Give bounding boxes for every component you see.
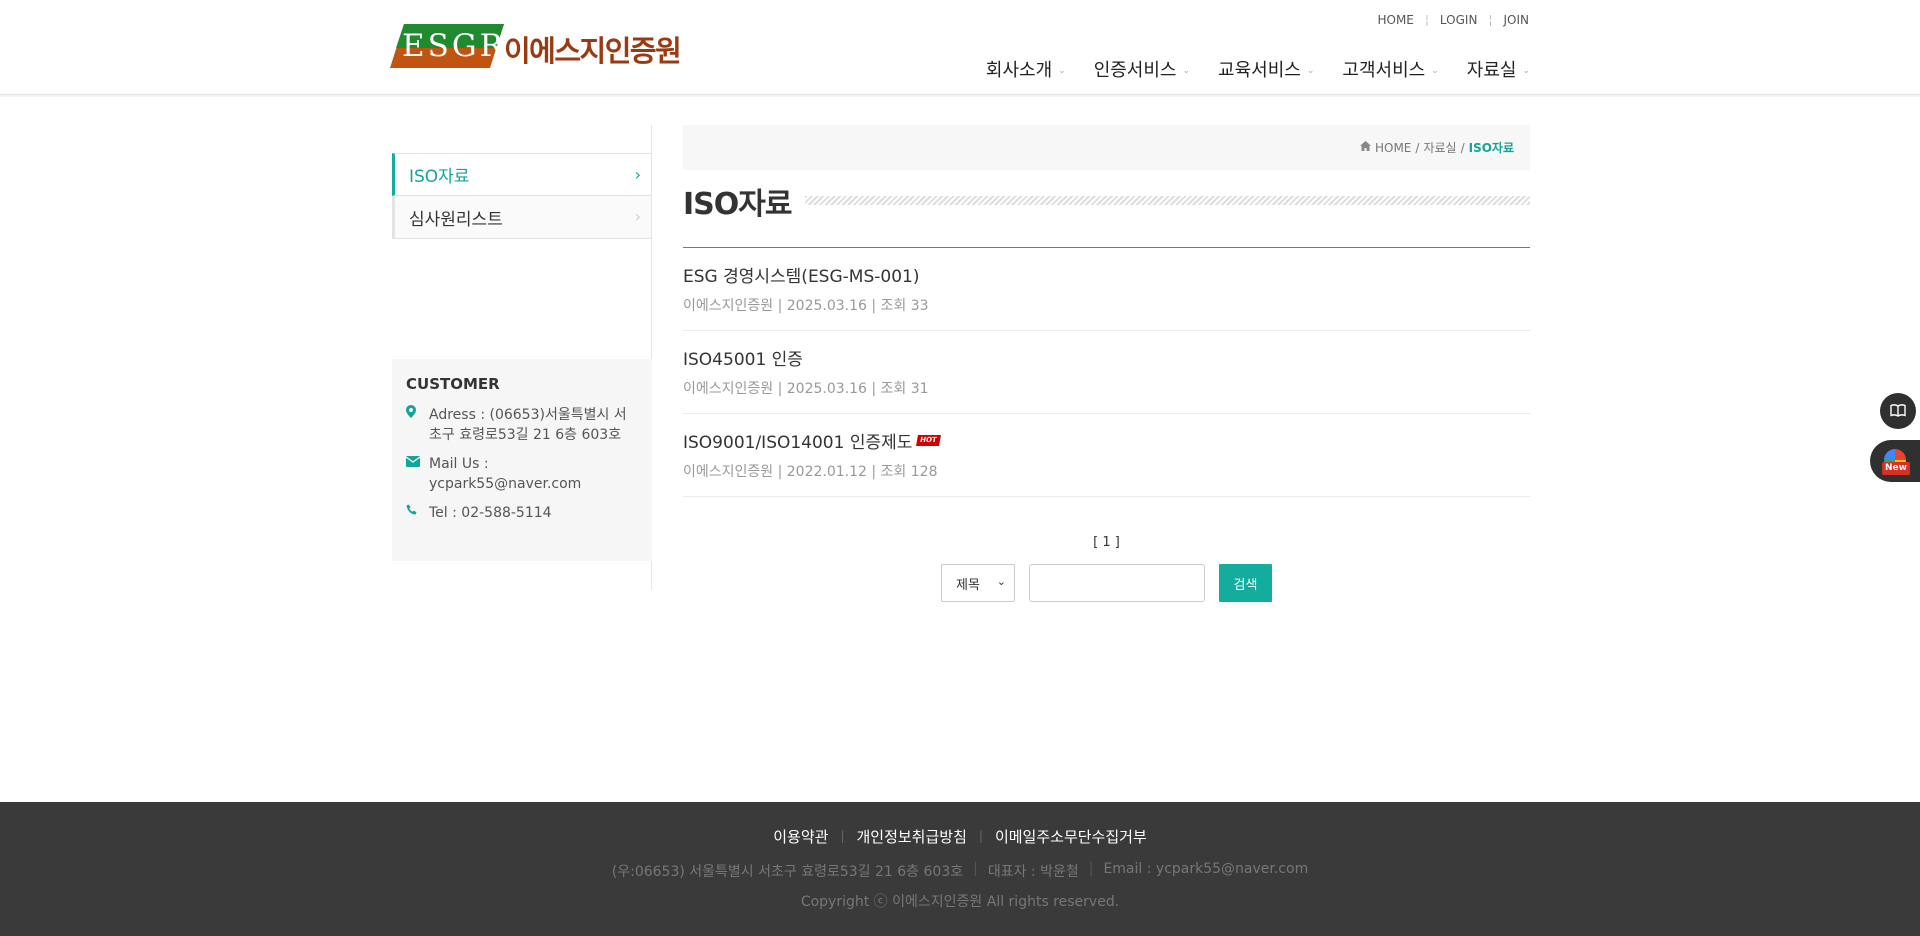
extension-widget[interactable]: New [1870,440,1920,482]
chevron-down-icon: ⌄ [1522,66,1530,76]
footer-info: (우:06653) 서울특별시 서초구 효령로53길 21 6층 603호 | … [0,861,1920,881]
customer-address-text: Adress : (06653)서울특별시 서초구 효령로53길 21 6층 6… [429,407,627,443]
post-title-text[interactable]: ISO9001/ISO14001 인증제도 [683,428,912,453]
post-list: ESG 경영시스템(ESG-MS-001) 이에스지인증원 | 2025.03.… [683,248,1530,497]
customer-address: Adress : (06653)서울특별시 서초구 효령로53길 21 6층 6… [406,405,638,445]
envelope-icon [405,454,429,494]
phone-icon [406,503,429,523]
chevron-down-icon: ⌄ [1306,66,1315,76]
breadcrumb-separator: / [1415,140,1420,155]
page-title: ISO자료 [683,178,806,223]
breadcrumb-separator: / [1460,140,1465,155]
title-decoration [805,196,1530,205]
nav-certification[interactable]: 인증서비스 ⌄ [1094,56,1190,82]
logo-badge: ESGR [390,24,504,68]
search-input[interactable] [1029,564,1205,602]
post-title[interactable]: ISO45001 인증 [683,345,1530,370]
sidebar-item-label: ISO자료 [409,167,470,187]
chevron-right-icon: › [634,207,641,226]
footer-email: Email : ycpark55@naver.com [1103,861,1309,877]
top-menu-join[interactable]: JOIN [1493,13,1530,27]
chevron-down-icon: ⌄ [1058,66,1066,76]
customer-tel: Tel : 02-588-5114 [406,503,638,523]
reader-mode-button[interactable] [1880,393,1916,429]
footer-link-email-policy[interactable]: 이메일주소무단수집거부 [995,826,1147,847]
sidebar-item-label: 심사원리스트 [409,209,503,230]
search-button[interactable]: 검색 [1219,564,1272,602]
top-menu-divider: ¦ [1424,13,1429,27]
post-meta: 이에스지인증원 | 2025.03.16 | 조회 33 [683,298,929,314]
sidebar-item-iso-data[interactable]: ISO자료 › [392,153,652,196]
main-navigation: 회사소개 ⌄ 인증서비스 ⌄ 교육서비스 ⌄ 고객서비스 ⌄ 자료실 ⌄ [958,56,1530,82]
nav-education-label: 교육서비스 [1218,60,1301,81]
chevron-down-icon: ⌄ [1182,66,1191,76]
home-icon [1359,141,1371,154]
footer-divider: | [978,829,983,843]
customer-mail: Mail Us : ycpark55@naver.com [405,454,638,494]
footer-divider: | [973,861,978,877]
breadcrumb-section[interactable]: 자료실 [1423,139,1456,156]
nav-archive-label: 자료실 [1466,60,1517,81]
footer-divider: | [1088,861,1094,877]
search-field-select[interactable]: 제목 ⌄ [941,564,1015,602]
nav-company-label: 회사소개 [985,60,1053,81]
top-menu-login[interactable]: LOGIN [1429,13,1478,27]
footer-address: (우:06653) 서울특별시 서초구 효령로53길 21 6층 603호 [611,864,964,880]
list-item: ESG 경영시스템(ESG-MS-001) 이에스지인증원 | 2025.03.… [683,248,1530,331]
post-title[interactable]: ISO9001/ISO14001 인증제도 HOT [683,428,1530,453]
breadcrumb-current: ISO자료 [1468,141,1514,155]
sidebar-item-auditor-list[interactable]: 심사원리스트 › [392,196,652,239]
footer-links: 이용약관 | 개인정보취급방침 | 이메일주소무단수집거부 [0,826,1920,847]
post-title-text[interactable]: ESG 경영시스템(ESG-MS-001) [683,262,919,287]
site-footer: 이용약관 | 개인정보취급방침 | 이메일주소무단수집거부 (우:06653) … [0,802,1920,936]
post-title[interactable]: ESG 경영시스템(ESG-MS-001) [683,262,1530,287]
nav-education[interactable]: 교육서비스 ⌄ [1218,56,1314,82]
main-content: HOME / 자료실 / ISO자료 ISO자료 ESG 경영시스템(ESG-M… [683,125,1530,602]
search-form: 제목 ⌄ 검색 [683,564,1530,602]
chevron-right-icon: › [634,165,641,184]
new-badge: New [1882,462,1910,475]
nav-company[interactable]: 회사소개 ⌄ [986,56,1066,82]
top-menu: HOME ¦ LOGIN ¦ JOIN [1366,13,1529,27]
hot-badge-icon: HOT [916,435,941,446]
nav-certification-label: 인증서비스 [1093,60,1177,81]
breadcrumb: HOME / 자료실 / ISO자료 [683,125,1530,170]
nav-customer[interactable]: 고객서비스 ⌄ [1342,56,1438,82]
top-menu-divider: ¦ [1488,13,1493,27]
customer-title: CUSTOMER [406,375,500,393]
nav-customer-label: 고객서비스 [1342,60,1426,81]
page-title-row: ISO자료 [683,172,1530,229]
logo-company-name: 이에스지인증원 [504,34,682,68]
book-icon [1890,402,1906,421]
footer-ceo: 대표자 : 박윤철 [987,864,1079,880]
top-menu-home[interactable]: HOME [1366,13,1413,27]
search-select-value: 제목 [956,577,980,593]
logo-esgr-text: ESGR [402,28,506,64]
map-pin-icon [406,405,429,445]
post-meta: 이에스지인증원 | 2025.03.16 | 조회 31 [683,381,929,397]
chevron-down-icon: ⌄ [1431,66,1439,76]
footer-link-privacy[interactable]: 개인정보취급방침 [856,826,966,847]
footer-divider: | [840,829,845,843]
list-item: ISO45001 인증 이에스지인증원 | 2025.03.16 | 조회 31 [683,331,1530,414]
customer-info-box: CUSTOMER Adress : (06653)서울특별시 서초구 효령로53… [392,359,652,561]
post-title-text[interactable]: ISO45001 인증 [683,345,803,370]
footer-copyright: Copyright ⓒ 이에스지인증원 All rights reserved. [800,894,1120,910]
post-meta: 이에스지인증원 | 2022.01.12 | 조회 128 [683,464,938,480]
customer-tel-text: Tel : 02-588-5114 [429,505,552,521]
pagination[interactable]: [ 1 ] [683,535,1530,550]
customer-mail-text[interactable]: Mail Us : ycpark55@naver.com [429,454,638,494]
footer-link-terms[interactable]: 이용약관 [773,826,828,847]
chevron-down-icon: ⌄ [996,575,1006,588]
nav-archive[interactable]: 자료실 ⌄ [1467,56,1530,82]
site-logo[interactable]: ESGR 이에스지인증원 [390,24,682,70]
sidebar-menu: ISO자료 › 심사원리스트 › [392,153,652,239]
breadcrumb-home[interactable]: HOME [1375,141,1411,155]
site-header: ESGR 이에스지인증원 HOME ¦ LOGIN ¦ JOIN 회사소개 ⌄ 인… [0,0,1920,97]
list-item: ISO9001/ISO14001 인증제도 HOT 이에스지인증원 | 2022.… [683,414,1530,497]
